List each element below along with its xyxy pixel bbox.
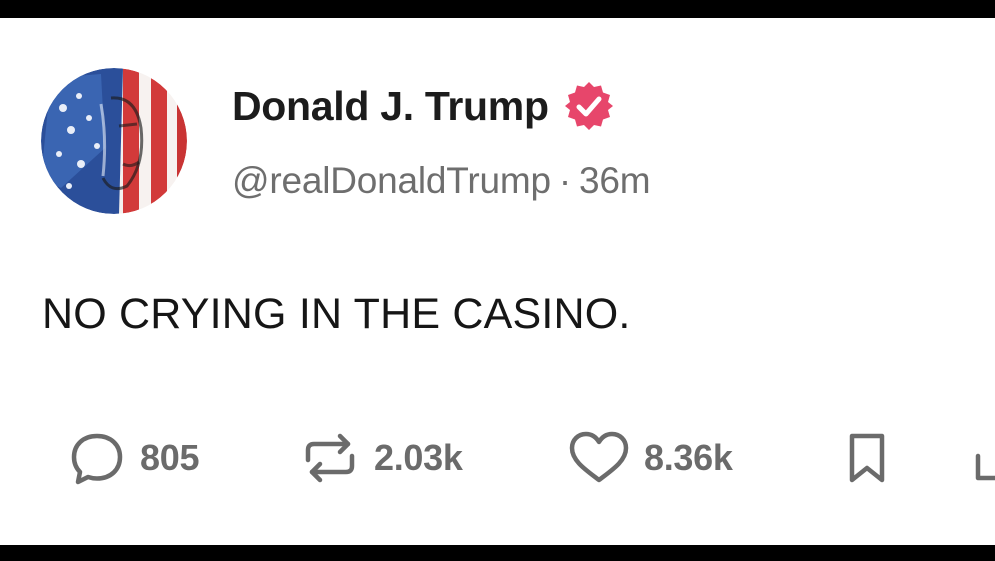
flag-portrait-avatar-icon (41, 68, 187, 214)
share-button[interactable] (972, 430, 995, 486)
post-card: Donald J. Trump @realDonaldTrump · 36m NO … (0, 18, 995, 545)
post-body-text: NO CRYING IN THE CASINO. (42, 290, 631, 338)
verified-badge-icon (564, 82, 613, 130)
repost-button[interactable]: 2.03k (298, 430, 463, 486)
author-handle[interactable]: @realDonaldTrump (232, 160, 551, 201)
repost-count: 2.03k (374, 437, 463, 478)
author-meta: @realDonaldTrump · 36m (232, 160, 651, 202)
bookmark-icon (849, 433, 885, 483)
meta-separator: · (558, 160, 571, 201)
like-count: 8.36k (644, 437, 733, 478)
reply-bubble-icon (71, 433, 123, 485)
repost-icon (305, 433, 355, 483)
author-display-name[interactable]: Donald J. Trump (232, 83, 549, 130)
reply-button[interactable]: 805 (66, 430, 199, 486)
bookmark-button[interactable] (842, 430, 892, 486)
like-button[interactable]: 8.36k (566, 430, 733, 486)
author-avatar[interactable] (41, 68, 187, 214)
post-action-bar: 805 2.03k 8.36k (66, 430, 995, 486)
heart-icon (569, 431, 629, 483)
author-name-row: Donald J. Trump (232, 80, 615, 132)
share-icon (975, 453, 995, 481)
post-timestamp[interactable]: 36m (579, 160, 651, 201)
reply-count: 805 (140, 437, 200, 478)
